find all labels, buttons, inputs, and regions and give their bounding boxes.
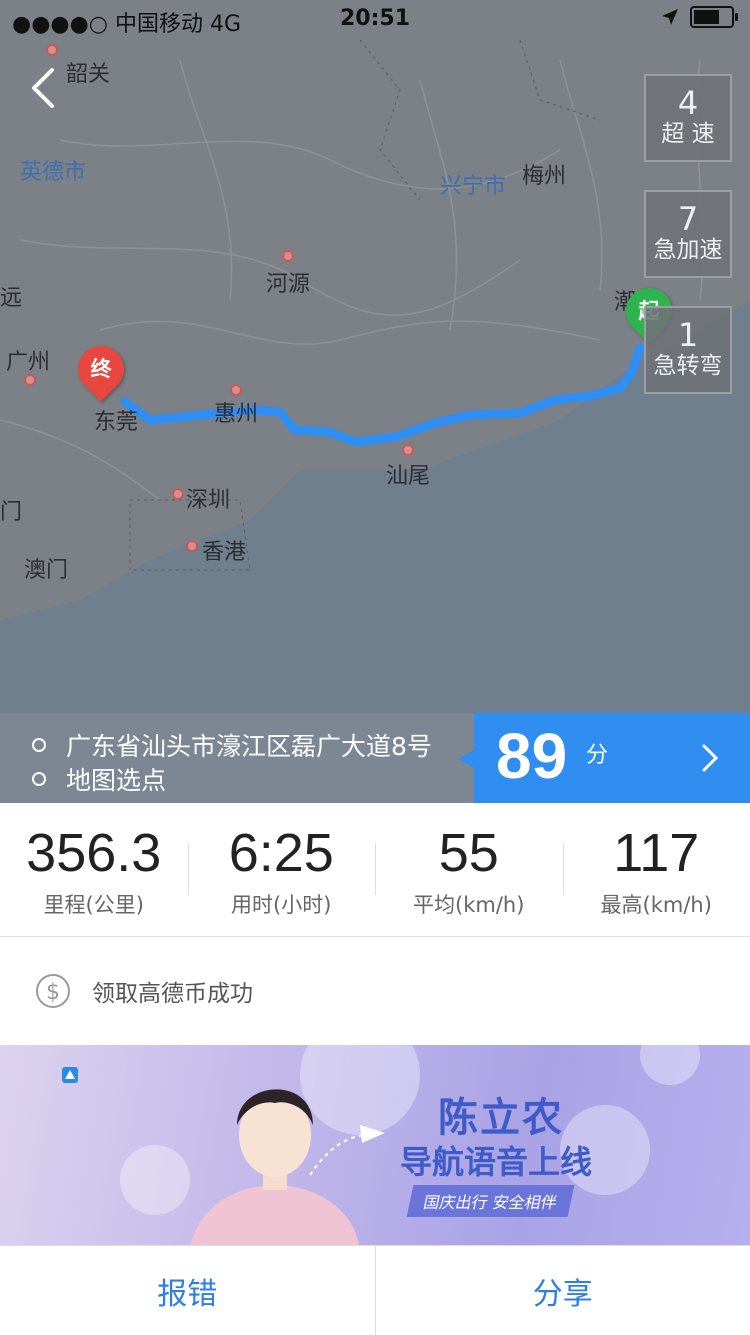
stat-distance: 356.3 里程(公里) — [0, 803, 188, 936]
battery-icon — [690, 6, 734, 28]
event-count: 1 — [646, 318, 730, 352]
city-dot — [46, 44, 58, 56]
event-hard-acceleration[interactable]: 7 急加速 — [644, 190, 732, 278]
city-label: 兴宁市 — [440, 168, 506, 200]
event-sharp-turn[interactable]: 1 急转弯 — [644, 306, 732, 394]
share-button[interactable]: 分享 — [375, 1246, 750, 1335]
event-label: 超 速 — [646, 120, 730, 148]
origin-row: 广东省汕头市濠江区磊广大道8号 — [32, 727, 432, 763]
stat-caption: 平均(km/h) — [375, 889, 563, 919]
map-view[interactable]: 韶关 英德市 兴宁市 梅州 河源 潮 广州 东莞 惠州 汕尾 深圳 香港 澳门 … — [0, 0, 750, 713]
city-label: 汕尾 — [386, 458, 430, 490]
route-summary: 广东省汕头市濠江区磊广大道8号 地图选点 89 分 — [0, 713, 750, 803]
city-label: 梅州 — [522, 158, 566, 190]
paper-plane-icon — [300, 1105, 390, 1185]
report-error-button[interactable]: 报错 — [0, 1246, 375, 1335]
stat-value: 117 — [563, 823, 750, 883]
coin-icon: $ — [34, 972, 72, 1010]
end-pin[interactable]: 终 — [68, 336, 133, 401]
destination-row: 地图选点 — [32, 761, 166, 797]
city-label: 澳门 — [24, 552, 68, 584]
city-label: 深圳 — [186, 482, 230, 514]
city-label: 河源 — [266, 266, 310, 298]
city-dot — [230, 384, 242, 396]
destination-dot-icon — [32, 772, 46, 786]
city-label: 远 — [0, 280, 22, 312]
status-bar: ●●●●○ 中国移动 4G 20:51 — [0, 0, 750, 40]
banner-title: 陈立农 — [438, 1085, 564, 1143]
stat-caption: 里程(公里) — [0, 889, 188, 919]
origin-dot-icon — [32, 738, 46, 752]
bottom-action-bar: 报错 分享 — [0, 1245, 750, 1335]
promo-banner[interactable]: 陈立农 导航语音上线 国庆出行 安全相伴 — [0, 1045, 750, 1245]
location-arrow-icon — [660, 7, 680, 27]
stat-caption: 用时(小时) — [188, 889, 376, 919]
coin-reward-row: $ 领取高德币成功 — [0, 937, 750, 1045]
stat-value: 356.3 — [0, 823, 188, 883]
city-label: 东莞 — [94, 404, 138, 436]
back-button[interactable] — [22, 62, 66, 114]
city-dot — [402, 444, 414, 456]
event-count: 4 — [646, 86, 730, 120]
stat-value: 6:25 — [188, 823, 376, 883]
trip-stats: 356.3 里程(公里) 6:25 用时(小时) 55 平均(km/h) 117… — [0, 803, 750, 937]
stat-duration: 6:25 用时(小时) — [188, 803, 376, 936]
banner-subtitle: 导航语音上线 — [400, 1137, 592, 1183]
amap-logo-icon — [62, 1067, 78, 1083]
stat-max-speed: 117 最高(km/h) — [563, 803, 750, 936]
stat-value: 55 — [375, 823, 563, 883]
city-label: 广州 — [6, 344, 50, 376]
coin-reward-text: 领取高德币成功 — [92, 974, 253, 1008]
destination-address: 地图选点 — [66, 761, 166, 797]
city-label: 香港 — [202, 534, 246, 566]
banner-tag: 国庆出行 安全相伴 — [407, 1185, 575, 1217]
city-label: 韶关 — [66, 56, 110, 88]
amap-logo — [62, 1067, 78, 1083]
city-label: 门 — [0, 494, 22, 526]
event-speeding[interactable]: 4 超 速 — [644, 74, 732, 162]
city-dot — [186, 540, 198, 552]
city-label: 英德市 — [20, 154, 86, 186]
event-label: 急转弯 — [646, 352, 730, 380]
chevron-left-icon — [22, 62, 66, 114]
chevron-right-icon — [700, 743, 720, 773]
city-label: 惠州 — [214, 396, 258, 428]
event-count: 7 — [646, 202, 730, 236]
duration-button[interactable]: 89 分 — [474, 713, 750, 803]
origin-address: 广东省汕头市濠江区磊广大道8号 — [66, 727, 432, 763]
svg-text:$: $ — [46, 980, 60, 1005]
event-label: 急加速 — [646, 236, 730, 264]
city-dot — [282, 250, 294, 262]
city-dot — [172, 488, 184, 500]
duration-unit: 分 — [586, 737, 608, 769]
stat-caption: 最高(km/h) — [563, 889, 750, 919]
status-time: 20:51 — [0, 6, 750, 31]
duration-value: 89 — [496, 719, 567, 793]
end-pin-label: 终 — [78, 346, 124, 392]
stat-average-speed: 55 平均(km/h) — [375, 803, 563, 936]
